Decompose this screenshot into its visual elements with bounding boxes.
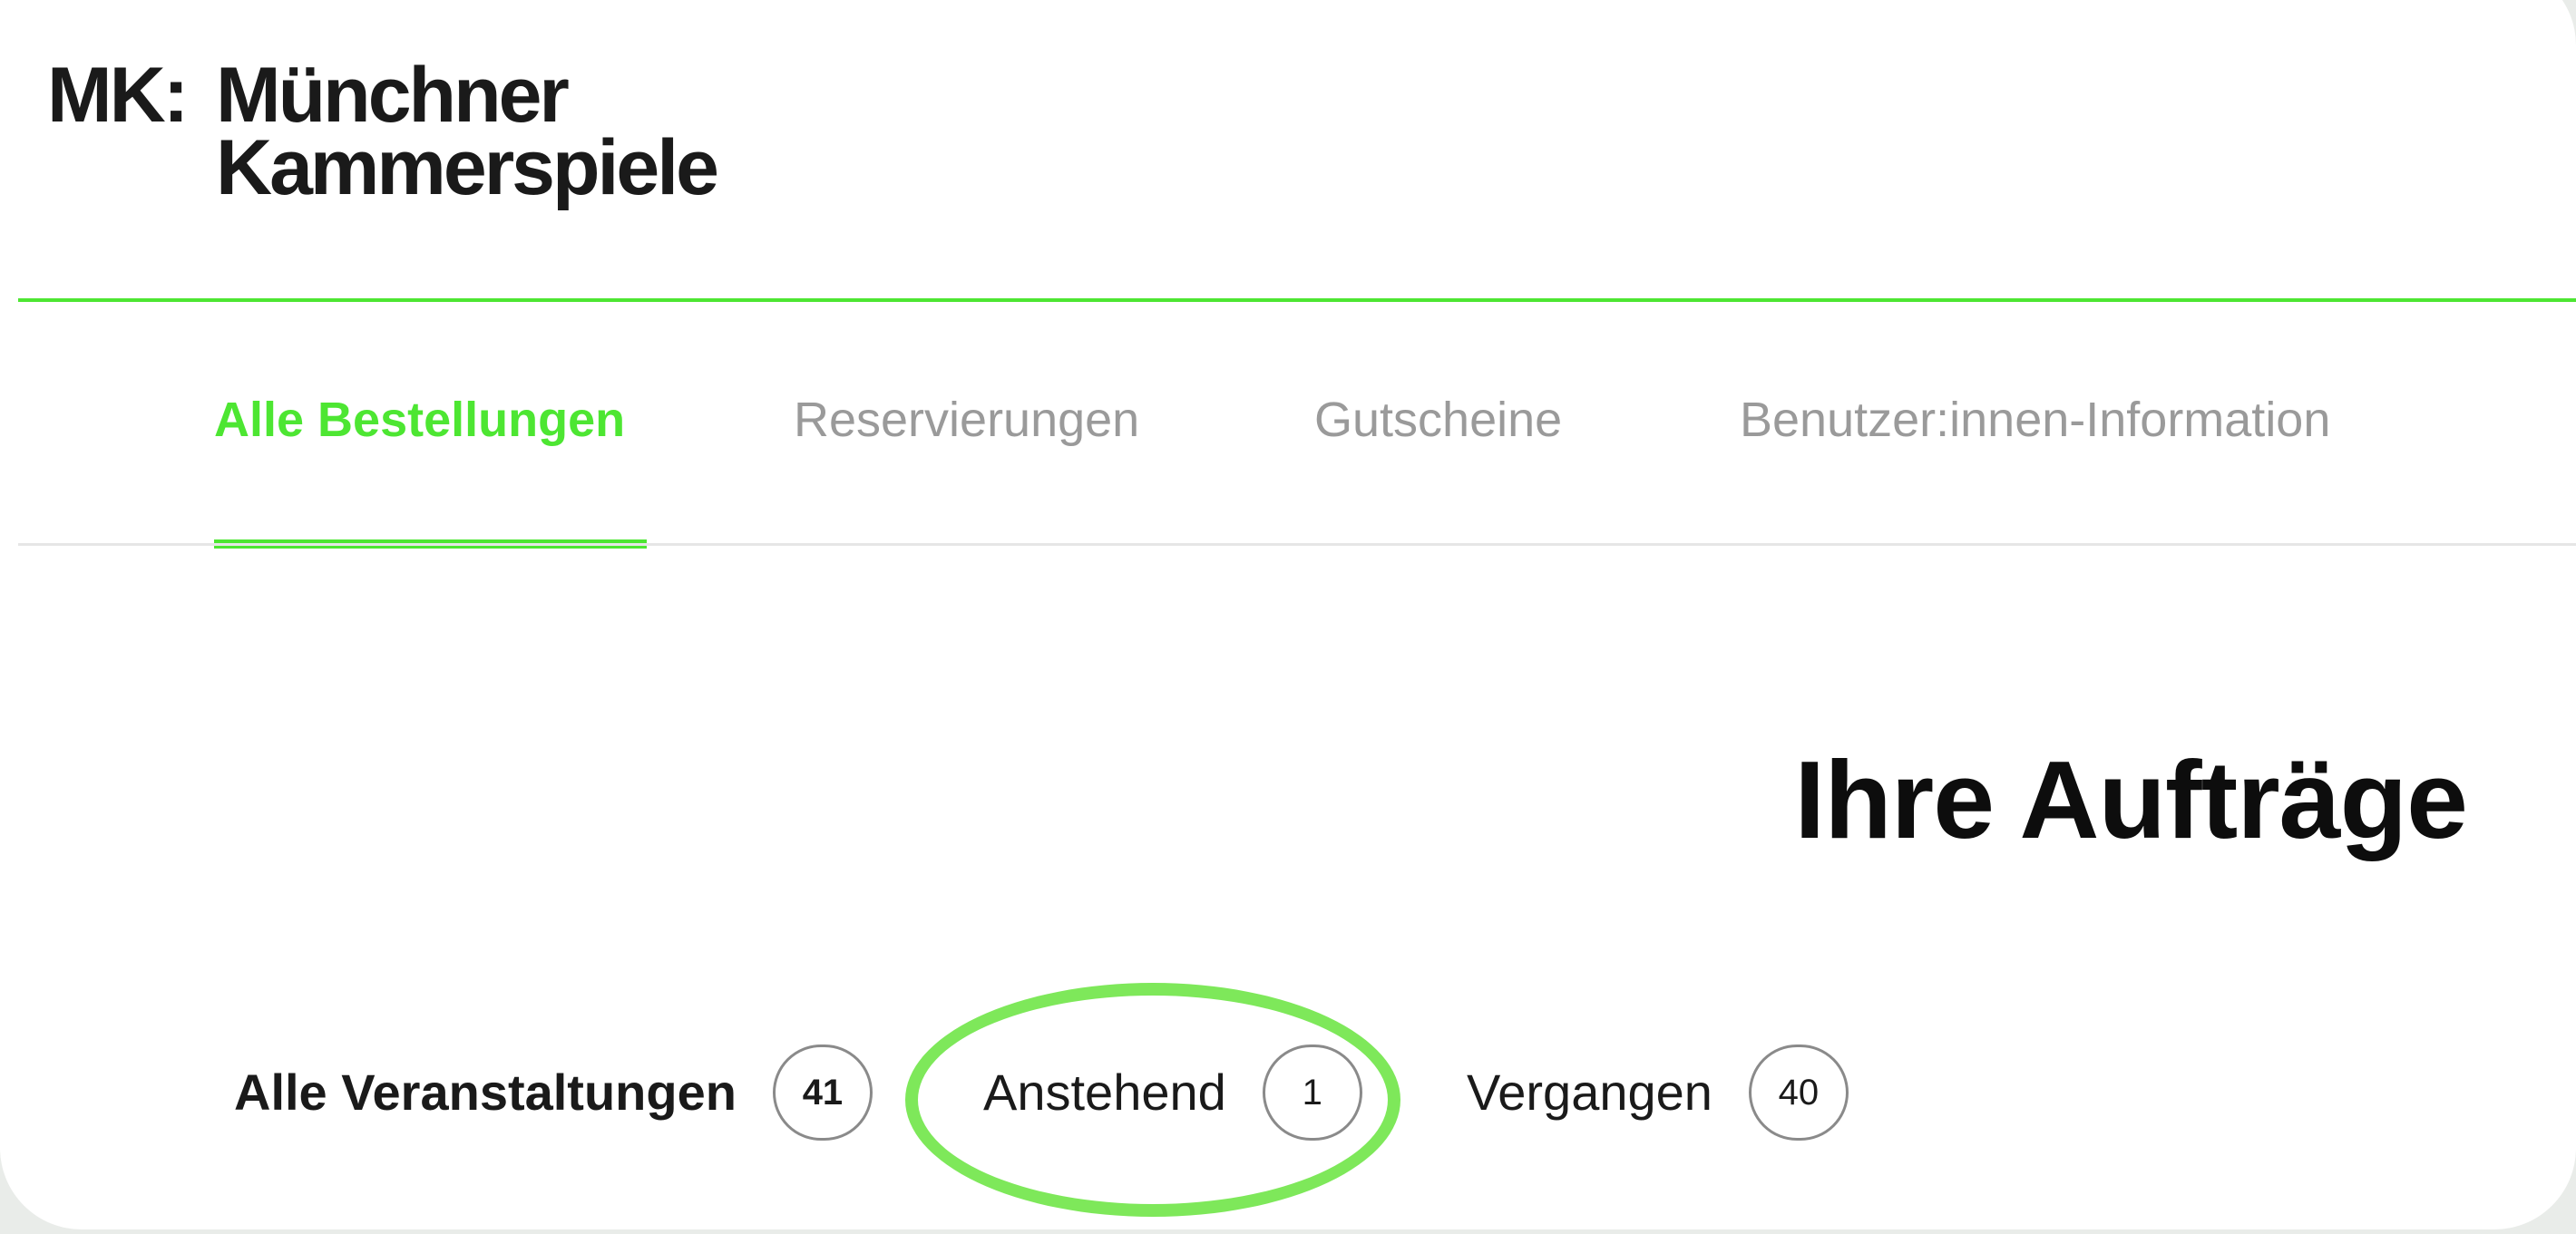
tab-benutzer-information[interactable]: Benutzer:innen-Information [1740, 388, 2330, 452]
event-filters: Alle Veranstaltungen 41 Anstehend 1 Verg… [0, 1034, 2576, 1151]
header-divider [18, 298, 2576, 302]
tabs-divider [18, 543, 2576, 546]
filter-label: Anstehend [983, 1064, 1226, 1121]
filter-vergangen[interactable]: Vergangen 40 [1467, 1034, 1849, 1151]
filter-alle-veranstaltungen[interactable]: Alle Veranstaltungen 41 [234, 1034, 873, 1151]
page-title: Ihre Aufträge [1794, 738, 2468, 861]
logo-line-1: Münchner [216, 52, 570, 139]
account-tabs: Alle Bestellungen Reservierungen Gutsche… [0, 363, 2576, 549]
filter-label: Vergangen [1467, 1064, 1712, 1121]
filter-anstehend[interactable]: Anstehend 1 [983, 1034, 1362, 1151]
count-badge: 40 [1748, 1045, 1849, 1141]
count-badge: 41 [772, 1045, 873, 1141]
logo-prefix: MK: [47, 52, 189, 139]
filter-label: Alle Veranstaltungen [234, 1064, 737, 1121]
logo-line-2: Kammerspiele [216, 124, 719, 211]
tab-gutscheine[interactable]: Gutscheine [1314, 388, 1562, 452]
count-badge: 1 [1262, 1045, 1362, 1141]
tab-alle-bestellungen[interactable]: Alle Bestellungen [214, 388, 625, 452]
tab-reservierungen[interactable]: Reservierungen [794, 388, 1139, 452]
